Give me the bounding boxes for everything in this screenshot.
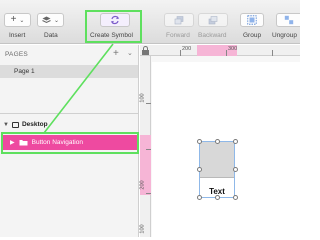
annotation-arrow — [43, 43, 114, 134]
